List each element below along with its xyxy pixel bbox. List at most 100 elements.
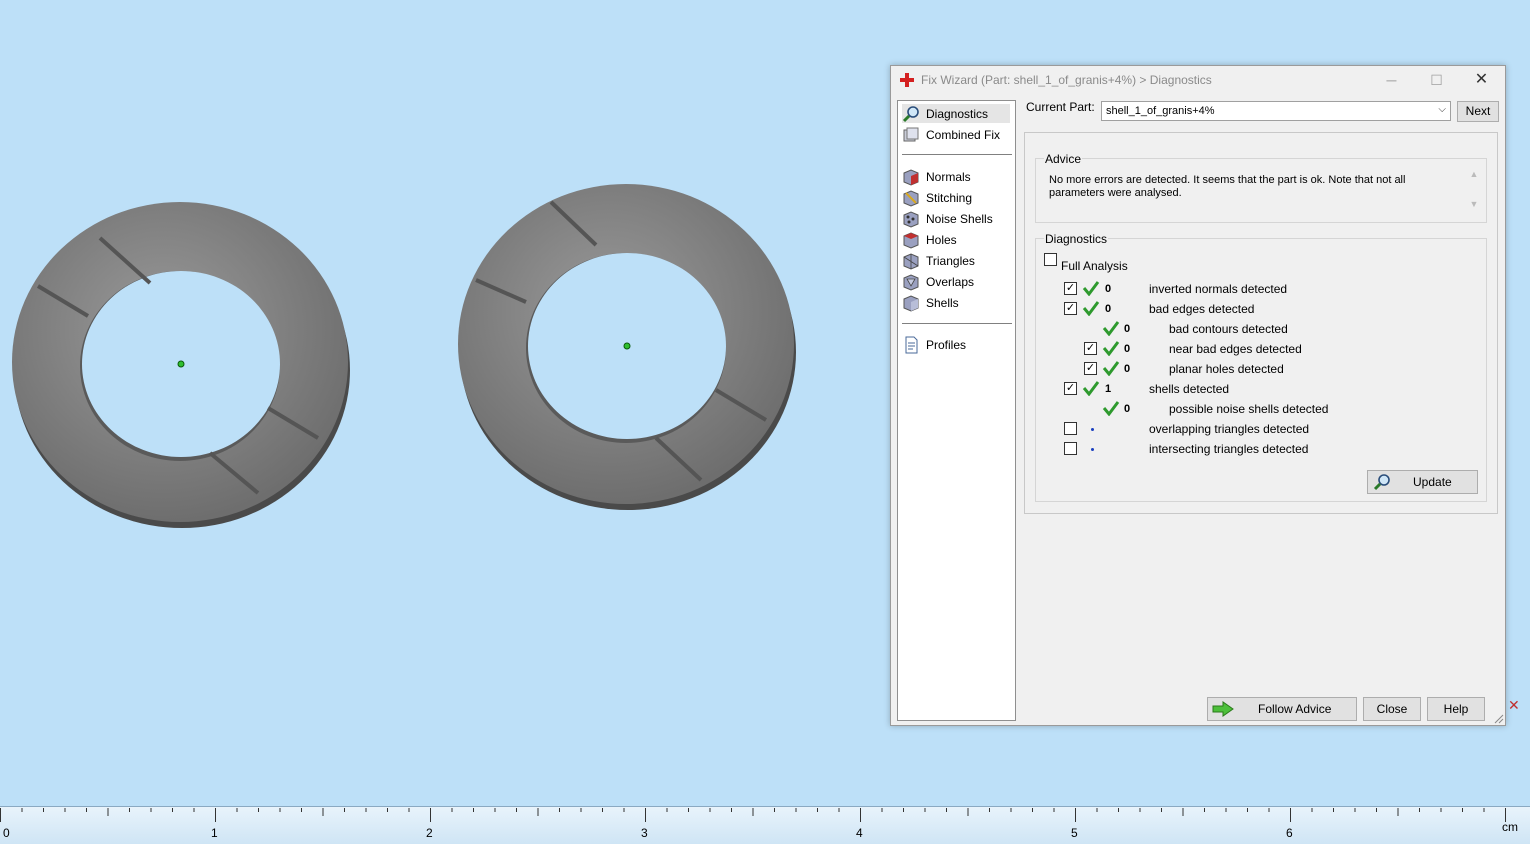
sidebar-item-label: Overlaps: [926, 274, 975, 289]
sidebar-item-noise-shells[interactable]: Noise Shells: [902, 209, 993, 228]
follow-advice-label: Follow Advice: [1258, 702, 1332, 716]
overlapping-triangles-label: overlapping triangles detected: [1149, 422, 1310, 436]
sidebar-item-diagnostics[interactable]: Diagnostics: [902, 104, 1010, 123]
sidebar-item-triangles[interactable]: Triangles: [902, 251, 975, 270]
green-check-icon: [1082, 301, 1100, 316]
update-button[interactable]: Update: [1367, 470, 1478, 494]
planar-holes-label: planar holes detected: [1169, 362, 1284, 376]
full-analysis-label: Full Analysis: [1061, 259, 1128, 273]
near-bad-edges-checkbox[interactable]: ✓: [1084, 342, 1097, 355]
green-check-icon: [1102, 401, 1120, 416]
diagnostics-panel: Advice No more errors are detected. It s…: [1024, 132, 1498, 514]
red-cross-icon: [900, 73, 914, 87]
ruler-label-4: 4: [856, 826, 863, 840]
not-analysed-dot-icon: [1091, 448, 1094, 451]
sidebar-item-combined-fix[interactable]: Combined Fix: [902, 125, 1000, 144]
sidebar-item-profiles[interactable]: Profiles: [902, 335, 966, 354]
bad-edges-label: bad edges detected: [1149, 302, 1255, 316]
green-check-icon: [1102, 321, 1120, 336]
sidebar-item-label: Normals: [926, 169, 971, 184]
normals-cube-icon: [903, 168, 919, 186]
ruler-unit: cm: [1502, 820, 1518, 834]
sidebar-item-holes[interactable]: Holes: [902, 230, 957, 249]
bad-edges-count: 0: [1105, 303, 1112, 315]
noise-shells-count: 0: [1124, 403, 1131, 415]
close-marker-icon[interactable]: ✕: [1508, 697, 1520, 714]
close-button[interactable]: Close: [1363, 697, 1421, 721]
stitching-cube-icon: [903, 189, 919, 207]
chevron-down-icon: ⌵: [1438, 104, 1446, 115]
inverted-normals-count: 0: [1105, 283, 1112, 295]
shells-cube-icon: [903, 294, 919, 312]
green-check-icon: [1082, 281, 1100, 296]
sidebar-item-label: Shells: [926, 295, 959, 310]
inverted-normals-label: inverted normals detected: [1149, 282, 1288, 296]
planar-holes-count: 0: [1124, 363, 1131, 375]
sidebar-item-label: Noise Shells: [926, 211, 993, 226]
close-window-button[interactable]: ✕: [1459, 66, 1504, 94]
green-check-icon: [1102, 341, 1120, 356]
shells-checkbox[interactable]: ✓: [1064, 382, 1077, 395]
green-check-icon: [1082, 381, 1100, 396]
ruler-label-2: 2: [426, 826, 433, 840]
sidebar-item-label: Combined Fix: [926, 127, 1001, 142]
current-part-value: shell_1_of_granis+4%: [1106, 105, 1215, 117]
current-part-select[interactable]: shell_1_of_granis+4% ⌵: [1101, 101, 1451, 121]
noise-shells-label: possible noise shells detected: [1169, 402, 1329, 416]
profiles-document-icon: [905, 336, 918, 353]
sidebar-item-label: Holes: [926, 232, 957, 247]
overlapping-triangles-checkbox[interactable]: [1064, 422, 1077, 435]
sidebar-item-overlaps[interactable]: Overlaps: [902, 272, 974, 291]
shells-count: 1: [1105, 383, 1112, 395]
bad-contours-label: bad contours detected: [1169, 322, 1288, 336]
magnifier-icon: [1373, 474, 1390, 491]
diagnostics-group: Diagnostics Full Analysis ✓ 0 inverted n…: [1035, 232, 1487, 502]
holes-cube-icon: [903, 231, 919, 249]
bad-edges-checkbox[interactable]: ✓: [1064, 302, 1077, 315]
sidebar-item-label: Triangles: [926, 253, 975, 268]
sidebar-divider: [902, 154, 1012, 155]
sidebar-item-label: Profiles: [926, 337, 967, 352]
diagnostics-group-label: Diagnostics: [1044, 232, 1109, 246]
advice-group-label: Advice: [1044, 152, 1083, 166]
advice-scrollbar[interactable]: ▲ ▼: [1468, 169, 1480, 217]
help-button[interactable]: Help: [1427, 697, 1485, 721]
sidebar-item-stitching[interactable]: Stitching: [902, 188, 972, 207]
window-title: Fix Wizard (Part: shell_1_of_granis+4%) …: [921, 73, 1212, 87]
current-part-label: Current Part:: [1026, 100, 1095, 114]
arrow-right-icon: [1212, 701, 1234, 717]
resize-grip-icon[interactable]: [1494, 714, 1504, 724]
ruler-ticks: [0, 808, 1506, 822]
follow-advice-button[interactable]: Follow Advice: [1207, 697, 1357, 721]
planar-holes-checkbox[interactable]: ✓: [1084, 362, 1097, 375]
ruler-label-0: 0: [3, 826, 10, 840]
ring-part-left[interactable]: [10, 198, 352, 530]
advice-group: Advice No more errors are detected. It s…: [1035, 152, 1487, 223]
overlaps-cube-icon: [903, 273, 919, 291]
inverted-normals-checkbox[interactable]: ✓: [1064, 282, 1077, 295]
minimize-button[interactable]: ─: [1369, 66, 1414, 94]
triangles-cube-icon: [903, 252, 919, 270]
advice-text: No more errors are detected. It seems th…: [1049, 174, 1406, 199]
ruler-label-5: 5: [1071, 826, 1078, 840]
bad-contours-count: 0: [1124, 323, 1131, 335]
sidebar-item-shells[interactable]: Shells: [902, 293, 959, 312]
maximize-button[interactable]: ☐: [1414, 66, 1459, 94]
near-bad-edges-label: near bad edges detected: [1169, 342, 1302, 356]
not-analysed-dot-icon: [1091, 428, 1094, 431]
noise-shells-icon: [903, 210, 919, 228]
intersecting-triangles-label: intersecting triangles detected: [1149, 442, 1309, 456]
full-analysis-checkbox[interactable]: [1044, 253, 1057, 266]
shells-label: shells detected: [1149, 382, 1230, 396]
sidebar-item-normals[interactable]: Normals: [902, 167, 971, 186]
horizontal-ruler: 0 1 2 3 4 5 6 cm: [0, 806, 1530, 844]
ruler-label-3: 3: [641, 826, 648, 840]
title-bar[interactable]: Fix Wizard (Part: shell_1_of_granis+4%) …: [891, 66, 1505, 94]
ruler-label-1: 1: [211, 826, 218, 840]
near-bad-edges-count: 0: [1124, 343, 1131, 355]
ring-part-right[interactable]: [456, 180, 798, 512]
next-button[interactable]: Next: [1457, 101, 1499, 122]
intersecting-triangles-checkbox[interactable]: [1064, 442, 1077, 455]
update-button-label: Update: [1413, 475, 1452, 489]
fix-wizard-dialog: Fix Wizard (Part: shell_1_of_granis+4%) …: [890, 65, 1506, 726]
